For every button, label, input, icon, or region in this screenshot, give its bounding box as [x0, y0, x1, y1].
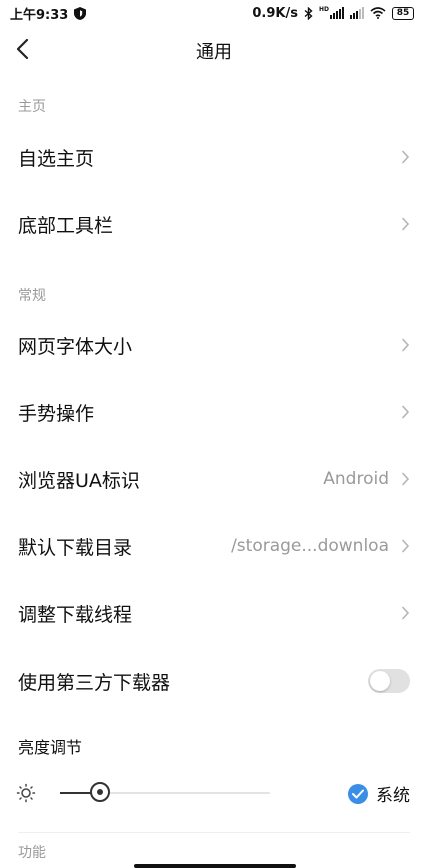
battery-icon: 85	[392, 6, 414, 20]
row-label: 手势操作	[18, 402, 95, 425]
brightness-sun-icon	[16, 783, 36, 803]
home-indicator	[134, 864, 296, 868]
checkmark-icon[interactable]	[348, 783, 368, 804]
signal-icon	[350, 7, 364, 19]
battery-level: 85	[396, 8, 410, 18]
row-label: 自选主页	[18, 147, 95, 170]
page-title: 通用	[196, 42, 232, 63]
chevron-right-icon	[402, 150, 410, 164]
toggle-knob	[370, 671, 390, 691]
row-value: Android	[323, 469, 389, 489]
chevron-right-icon	[402, 338, 410, 352]
signal-hd-icon: HD	[319, 7, 344, 19]
row-value: /storage...downloa	[231, 536, 389, 556]
row-gestures[interactable]: 手势操作	[0, 379, 428, 445]
row-user-agent[interactable]: 浏览器UA标识 Android	[0, 446, 428, 512]
chevron-right-icon	[402, 606, 410, 620]
divider	[18, 832, 410, 833]
brightness-row: 系统	[0, 770, 428, 816]
status-net-speed: 0.9K/s	[252, 5, 298, 21]
row-download-dir[interactable]: 默认下载目录 /storage...downloa	[0, 513, 428, 579]
chevron-right-icon	[402, 405, 410, 419]
row-bottom-toolbar[interactable]: 底部工具栏	[0, 191, 428, 257]
row-label: 浏览器UA标识	[18, 469, 140, 492]
row-download-threads[interactable]: 调整下载线程	[0, 580, 428, 646]
system-brightness-option[interactable]: 系统	[348, 781, 410, 806]
row-label: 默认下载目录	[18, 536, 133, 559]
section-header-general: 常规	[18, 288, 46, 304]
row-label: 调整下载线程	[18, 603, 133, 626]
wifi-icon	[370, 7, 386, 19]
hd-label: HD	[318, 6, 329, 13]
shield-icon	[74, 6, 87, 20]
chevron-right-icon	[402, 472, 410, 486]
third-party-downloader-toggle[interactable]	[368, 669, 410, 693]
chevron-right-icon	[402, 539, 410, 553]
row-label: 网页字体大小	[18, 335, 133, 358]
bluetooth-icon	[304, 6, 313, 20]
system-label: 系统	[376, 786, 410, 806]
brightness-label: 亮度调节	[18, 738, 83, 757]
top-bar: 通用	[0, 26, 428, 72]
row-font-size[interactable]: 网页字体大小	[0, 312, 428, 378]
section-header-features: 功能	[18, 845, 46, 861]
status-time: 上午9:33	[10, 7, 69, 23]
status-bar: 上午9:33 0.9K/s HD 85	[0, 0, 428, 26]
row-third-party-downloader: 使用第三方下载器	[0, 648, 428, 714]
section-header-home: 主页	[18, 99, 46, 115]
row-label: 使用第三方下载器	[18, 671, 171, 694]
row-custom-home[interactable]: 自选主页	[0, 124, 428, 190]
chevron-right-icon	[402, 217, 410, 231]
row-label: 底部工具栏	[18, 214, 114, 237]
brightness-slider-thumb[interactable]	[89, 782, 110, 802]
brightness-slider[interactable]	[60, 782, 270, 802]
